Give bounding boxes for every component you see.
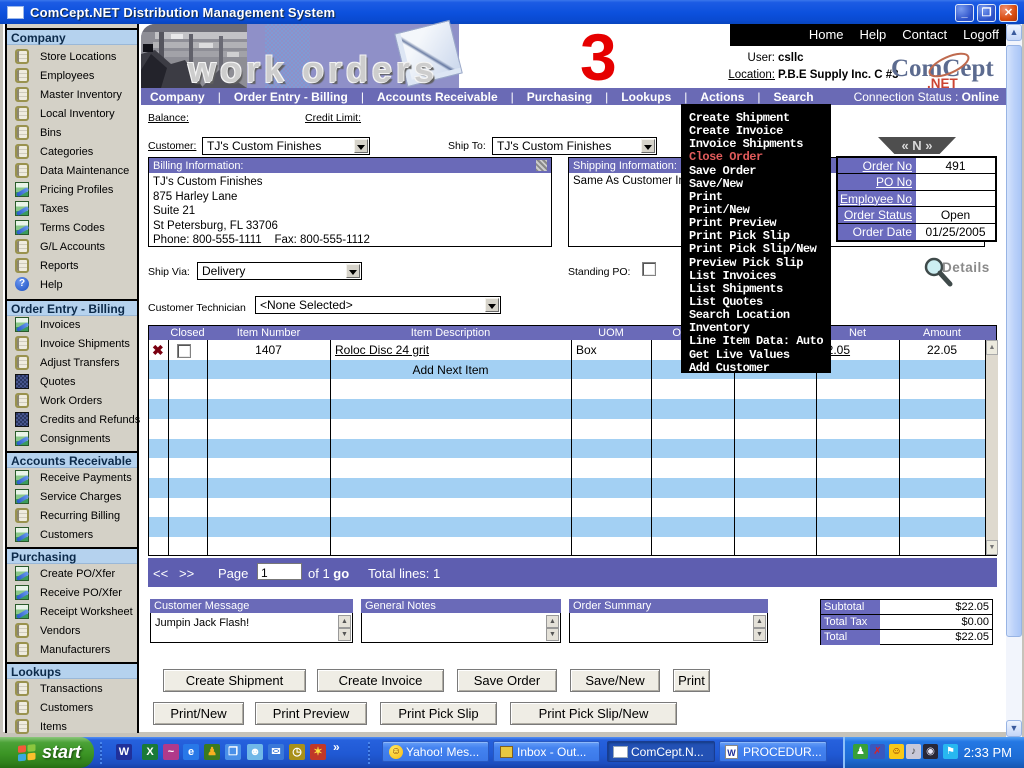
svg-text:Details: Details — [942, 260, 990, 275]
